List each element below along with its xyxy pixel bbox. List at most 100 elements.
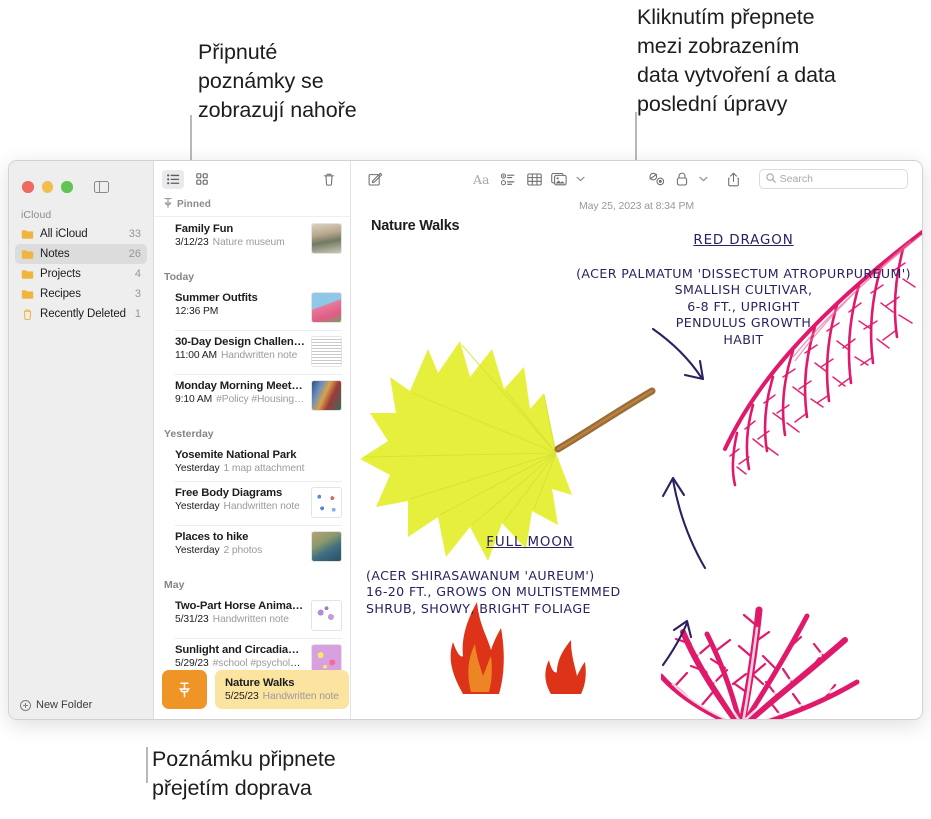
trash-icon[interactable] <box>318 170 340 189</box>
chevron-down-icon[interactable] <box>573 168 589 190</box>
note-title: Yosemite National Park <box>175 449 297 461</box>
sidebar-item-projects[interactable]: Projects 4 <box>15 264 147 284</box>
search-field[interactable]: Search <box>758 169 909 189</box>
sidebar-item-label: All iCloud <box>40 228 88 240</box>
note-thumbnail <box>311 531 342 562</box>
sidebar-item-label: Recently Deleted <box>40 308 126 320</box>
note-text: Places to hike Yesterday 2 photos <box>175 531 311 556</box>
note-title: Free Body Diagrams <box>175 487 283 499</box>
sidebar-item-label: Notes <box>40 248 70 260</box>
note-canvas[interactable]: RED DRAGON (ACER PALMATUM 'DISSECTUM ATR… <box>351 213 922 719</box>
note-date: 5/25/23 <box>225 690 259 702</box>
note-date: 3/12/23 <box>175 237 209 248</box>
pinned-label: Pinned <box>177 199 211 210</box>
note-subtitle: Yesterday 1 map attachment <box>175 463 336 474</box>
folder-icon <box>21 289 34 300</box>
handwritten-note-red-dragon: RED DRAGON (ACER PALMATUM 'DISSECTUM ATR… <box>551 215 922 348</box>
sidebar-toggle-icon[interactable] <box>93 181 109 193</box>
format-aa-icon[interactable]: Aa <box>470 168 496 190</box>
note-text: Summer Outfits 12:36 PM <box>175 292 311 317</box>
note-text: Monday Morning Meeting 9:10 AM #Policy #H… <box>175 380 311 405</box>
plus-circle-icon <box>20 699 31 711</box>
note-subtitle: Yesterday Handwritten note <box>175 501 305 512</box>
group-label-yesterday: Yesterday <box>164 428 214 440</box>
handwritten-body-full-moon: (ACER SHIRASAWANUM 'AUREUM') 16-20 FT., … <box>366 567 621 616</box>
list-item-selected[interactable]: Nature Walks 5/25/23 Handwritten note <box>215 670 349 709</box>
checklist-icon[interactable] <box>495 168 521 190</box>
note-text: Family Fun 3/12/23 Nature museum <box>175 223 311 248</box>
sidebar-section-title: iCloud <box>21 209 52 221</box>
note-meta: Handwritten note <box>223 501 300 512</box>
note-subtitle: 3/12/23 Nature museum <box>175 237 305 248</box>
list-item[interactable]: Yosemite National Park Yesterday 1 map at… <box>154 443 350 481</box>
sidebar-item-count: 1 <box>134 308 141 320</box>
callout-date-toggle: Kliknutím přepnete mezi zobrazením data … <box>637 5 836 116</box>
note-date: 12:36 PM <box>175 306 219 317</box>
notes-list-toolbar <box>154 161 350 197</box>
note-meta: 2 photos <box>223 545 263 556</box>
close-button[interactable] <box>22 181 34 193</box>
sidebar-item-label: Recipes <box>40 288 81 300</box>
search-placeholder: Search <box>779 173 813 185</box>
window-controls <box>9 161 153 199</box>
note-date: 5/31/23 <box>175 614 209 625</box>
list-item[interactable]: Places to hike Yesterday 2 photos <box>154 525 350 569</box>
note-title: Family Fun <box>175 223 234 235</box>
media-icon[interactable] <box>547 168 573 190</box>
share-icon[interactable] <box>721 168 747 190</box>
note-subtitle: 5/31/23 Handwritten note <box>175 614 305 625</box>
note-thumbnail <box>311 336 342 367</box>
handwritten-heading-red-dragon: RED DRAGON <box>693 232 794 248</box>
note-meta: 1 map attachment <box>223 463 305 474</box>
pin-note-action-button[interactable] <box>162 670 207 709</box>
sidebar-item-all-icloud[interactable]: All iCloud 33 <box>15 224 147 244</box>
note-title: Sunlight and Circadian… <box>175 644 305 656</box>
handwritten-note-full-moon: FULL MOON (ACER SHIRASAWANUM 'AUREUM') 1… <box>366 518 686 617</box>
list-view-icon[interactable] <box>162 169 184 189</box>
handwritten-body-red-dragon: (ACER PALMATUM 'DISSECTUM ATROPURPUREUM'… <box>576 265 911 347</box>
gallery-view-icon[interactable] <box>191 170 213 189</box>
note-subtitle: 11:00 AM Handwritten note <box>175 350 305 361</box>
list-item[interactable]: Family Fun 3/12/23 Nature museum <box>154 217 350 261</box>
list-item[interactable]: Monday Morning Meeting 9:10 AM #Policy #H… <box>154 374 350 418</box>
note-title: Summer Outfits <box>175 292 258 304</box>
lock-icon[interactable] <box>669 168 695 190</box>
list-item[interactable]: Free Body Diagrams Yesterday Handwritten … <box>154 481 350 525</box>
note-meta: Handwritten note <box>262 690 339 702</box>
sidebar-item-count: 3 <box>134 288 141 300</box>
callout-pinned-notes: Připnuté poznámky se zobrazují nahoře <box>198 40 357 122</box>
sidebar-item-count: 4 <box>134 268 141 280</box>
note-subtitle: 12:36 PM <box>175 306 305 317</box>
handwritten-arrow-up <box>661 619 693 667</box>
minimize-button[interactable] <box>41 181 53 193</box>
list-item[interactable]: Summer Outfits 12:36 PM <box>154 286 350 330</box>
note-title: Places to hike <box>175 531 249 543</box>
group-label-may: May <box>164 579 185 591</box>
new-folder-label: New Folder <box>36 699 93 711</box>
list-item[interactable]: 30-Day Design Challen… 11:00 AM Handwritt… <box>154 330 350 374</box>
note-editor-pane: Aa Search May 25, 2023 at 8:34 PM Nature… <box>351 161 922 719</box>
sidebar-item-recipes[interactable]: Recipes 3 <box>15 284 147 304</box>
chevron-down-icon[interactable] <box>695 168 711 190</box>
compose-icon[interactable] <box>363 168 389 190</box>
sidebar: iCloud All iCloud 33 Notes 26 Projects 4… <box>9 161 154 719</box>
note-date: 9:10 AM <box>175 394 213 405</box>
note-date: Yesterday <box>175 463 220 474</box>
sidebar-item-notes[interactable]: Notes 26 <box>15 244 147 264</box>
collaborate-icon[interactable] <box>644 168 670 190</box>
list-item[interactable]: Two-Part Horse Anima… 5/31/23 Handwritten… <box>154 594 350 638</box>
note-timestamp[interactable]: May 25, 2023 at 8:34 PM <box>351 200 922 212</box>
pin-icon <box>179 681 190 697</box>
table-icon[interactable] <box>521 168 547 190</box>
sidebar-item-recently-deleted[interactable]: Recently Deleted 1 <box>15 304 147 324</box>
note-meta: Nature museum <box>212 237 285 248</box>
note-date: 11:00 AM <box>175 350 217 361</box>
note-meta: Handwritten note <box>220 350 298 361</box>
note-thumbnail <box>311 223 342 254</box>
note-meta: Handwritten note <box>212 614 289 625</box>
new-folder-button[interactable]: New Folder <box>9 691 153 719</box>
maximize-button[interactable] <box>61 181 73 193</box>
pinned-section-header: Pinned <box>154 197 350 217</box>
note-subtitle: 5/25/23 Handwritten note <box>225 691 339 702</box>
pin-icon <box>164 198 172 211</box>
